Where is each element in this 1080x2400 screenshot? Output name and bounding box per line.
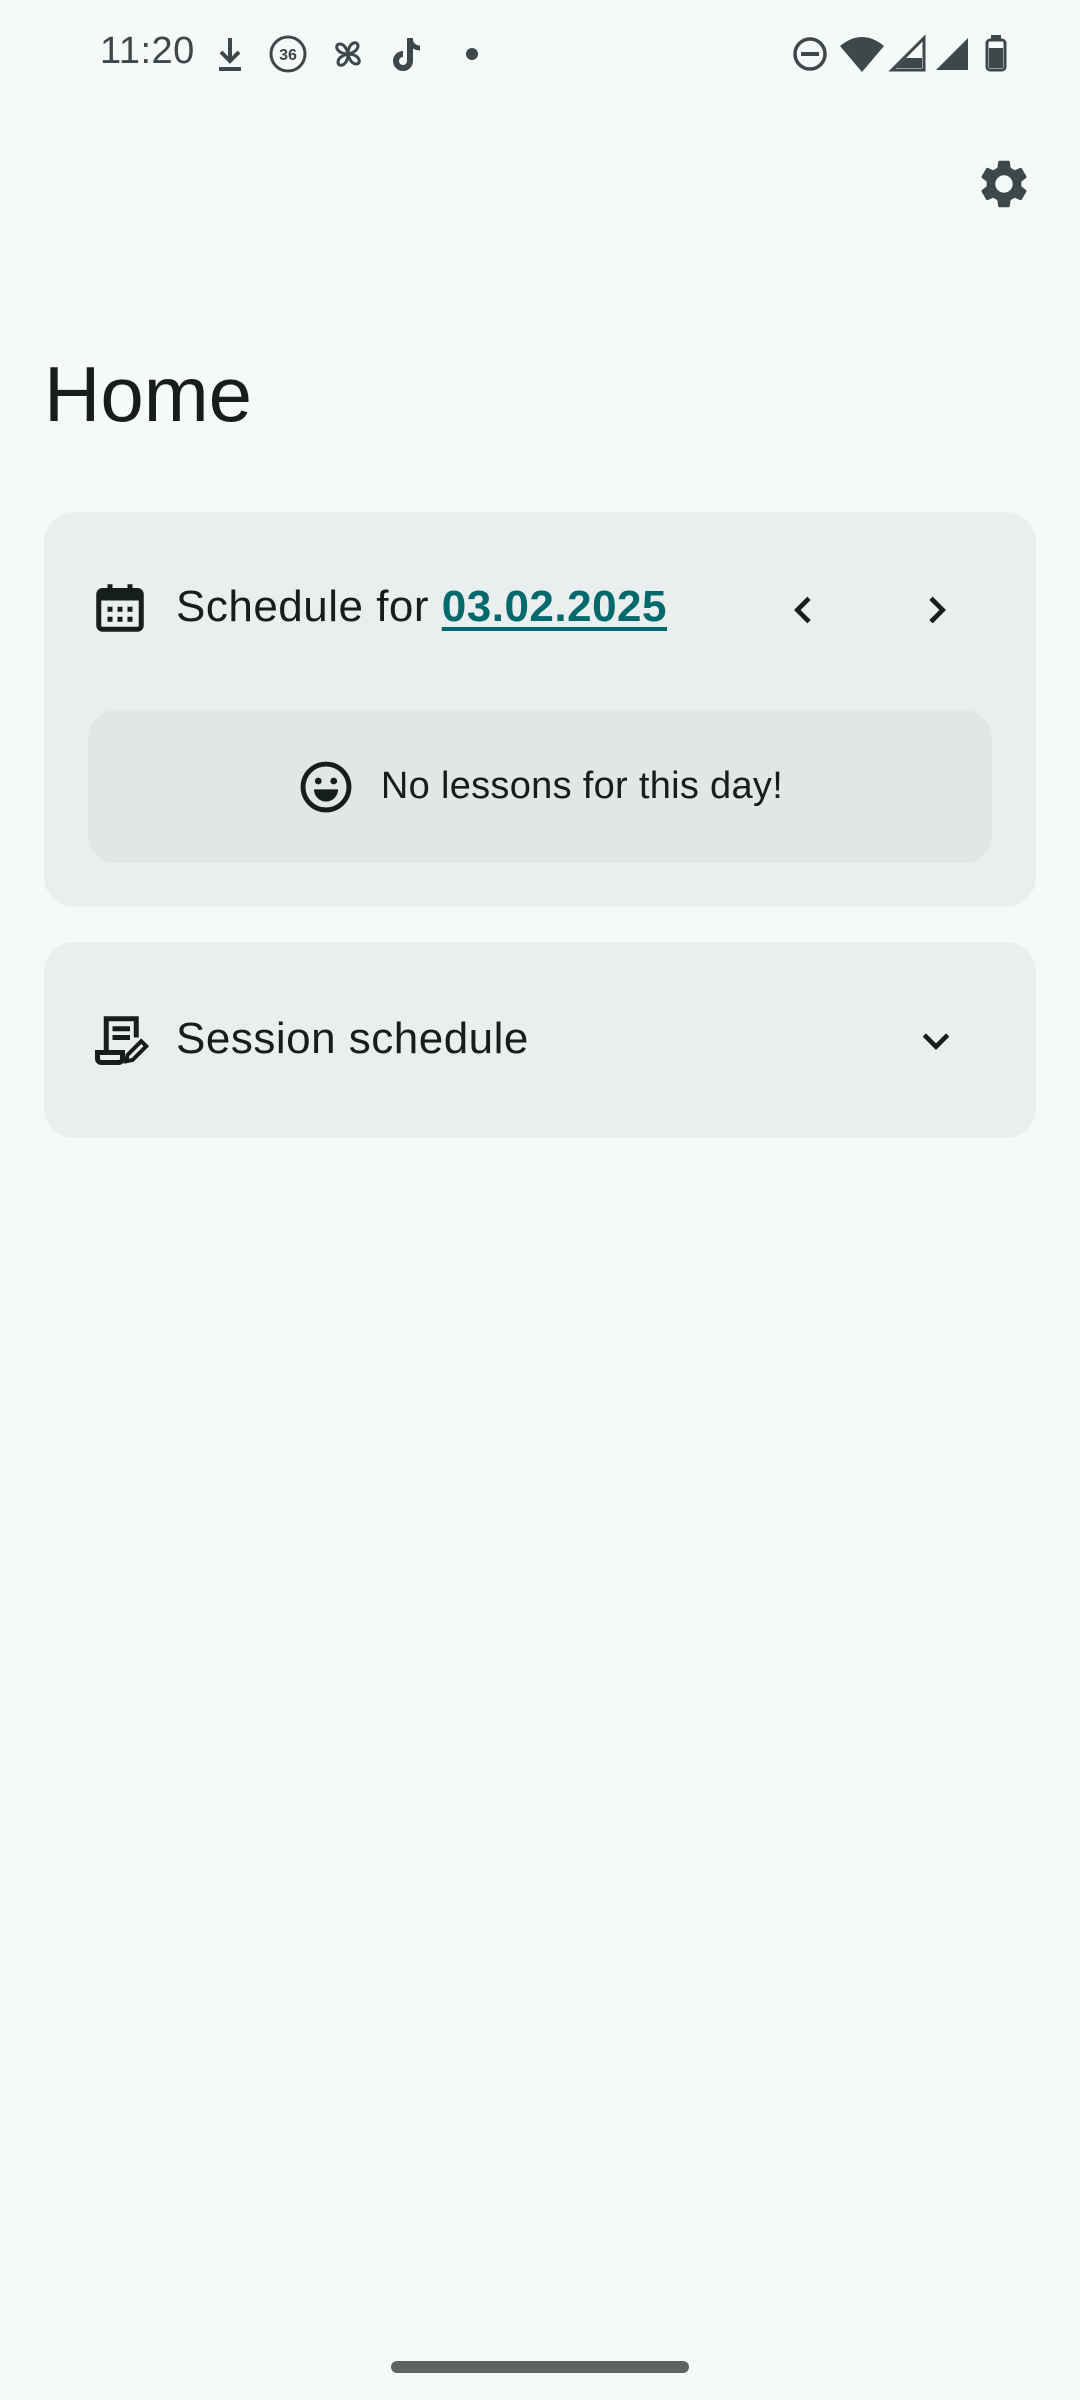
script-edit-icon	[95, 1016, 150, 1065]
schedule-title-prefix: Schedule for	[176, 582, 442, 631]
dot-icon	[466, 48, 478, 60]
session-schedule-title: Session schedule	[176, 1014, 529, 1063]
expand-button[interactable]	[900, 1004, 972, 1076]
session-schedule-card[interactable]: Session schedule	[44, 942, 1036, 1138]
wifi-icon	[840, 37, 884, 72]
page-title: Home	[44, 350, 253, 438]
signal-icon	[936, 38, 968, 70]
status-bar: 11:20 36	[0, 0, 1080, 108]
36-badge-icon: 36	[269, 35, 307, 73]
chevron-left-icon	[794, 596, 811, 624]
home-indicator[interactable]	[391, 2361, 689, 2373]
next-day-button[interactable]	[900, 574, 972, 646]
gear-icon	[981, 160, 1027, 208]
chevron-down-icon	[922, 1033, 950, 1050]
battery-icon	[985, 35, 1007, 72]
previous-day-button[interactable]	[768, 574, 840, 646]
download-icon	[219, 38, 241, 71]
smiley-icon	[300, 761, 352, 812]
pinwheel-icon	[335, 41, 361, 67]
chevron-right-icon	[929, 596, 946, 624]
settings-button[interactable]	[966, 146, 1042, 222]
status-time: 11:20	[100, 30, 195, 72]
schedule-title: Schedule for 03.02.2025	[176, 582, 667, 632]
schedule-card: Schedule for 03.02.2025 No lessons for t…	[44, 512, 1036, 907]
empty-message: No lessons for this day!	[380, 765, 784, 807]
dnd-icon	[793, 37, 827, 71]
svg-text:36: 36	[279, 47, 297, 64]
calendar-icon	[96, 584, 144, 632]
tiktok-icon	[393, 38, 421, 71]
signal-icon	[888, 34, 926, 72]
date-picker-link[interactable]: 03.02.2025	[442, 582, 667, 631]
empty-lessons-box: No lessons for this day!	[88, 710, 992, 863]
